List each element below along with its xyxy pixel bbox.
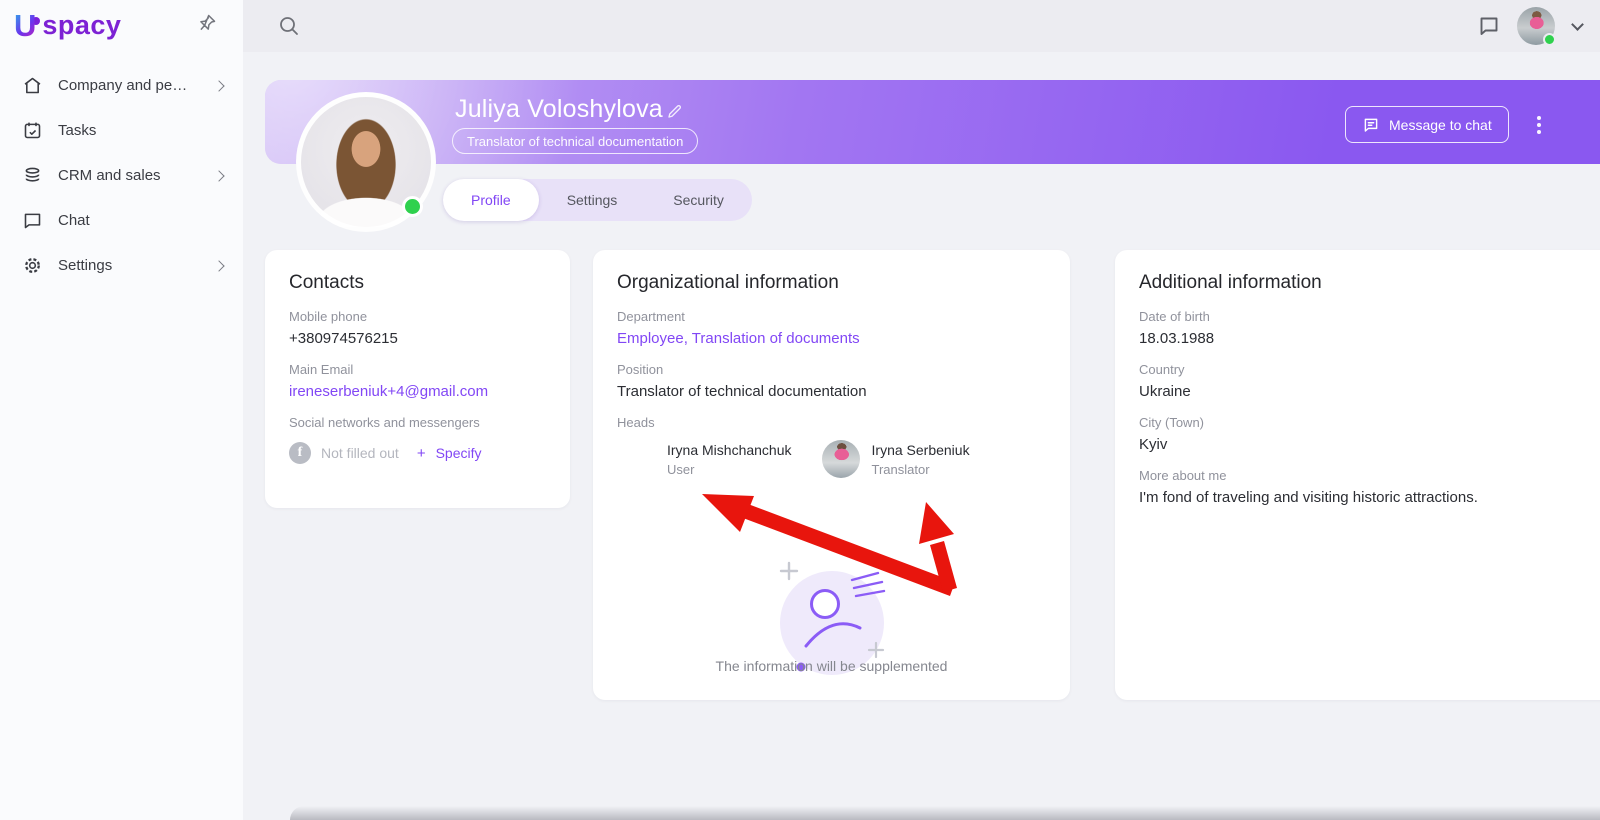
tasks-icon bbox=[22, 120, 43, 141]
about-label: More about me bbox=[1139, 468, 1600, 483]
chevron-right-icon bbox=[213, 170, 224, 181]
topbar-right bbox=[1477, 0, 1588, 52]
city-value: Kyiv bbox=[1139, 436, 1600, 453]
search-icon[interactable] bbox=[277, 14, 301, 38]
chevron-right-icon bbox=[213, 80, 224, 91]
phone-label: Mobile phone bbox=[289, 309, 546, 324]
online-status-dot bbox=[1543, 33, 1556, 46]
message-to-chat-button[interactable]: Message to chat bbox=[1345, 106, 1509, 143]
home-icon bbox=[22, 75, 43, 96]
social-label: Social networks and messengers bbox=[289, 415, 546, 430]
dob-label: Date of birth bbox=[1139, 309, 1600, 324]
department-link[interactable]: Translation of documents bbox=[692, 330, 860, 347]
crm-icon bbox=[22, 165, 43, 186]
head-person[interactable]: Iryna Serbeniuk Translator bbox=[822, 440, 970, 478]
chat-bubble-icon[interactable] bbox=[1477, 14, 1501, 38]
avatar bbox=[617, 440, 655, 478]
department-label: Department bbox=[617, 309, 1046, 324]
profile-name: Juliya Voloshylova bbox=[455, 95, 663, 124]
head-name: Iryna Serbeniuk bbox=[872, 442, 970, 458]
chevron-down-icon[interactable] bbox=[1571, 18, 1584, 31]
social-empty-text: Not filled out bbox=[321, 445, 399, 461]
sidebar-item-label: CRM and sales bbox=[58, 167, 215, 184]
edit-name-icon[interactable] bbox=[666, 102, 684, 120]
specify-plus-icon[interactable]: + bbox=[417, 445, 426, 462]
more-options-kebab-icon[interactable] bbox=[1530, 112, 1548, 138]
department-separator: , bbox=[684, 330, 688, 347]
sidebar-item-label: Tasks bbox=[58, 122, 223, 139]
head-role: Translator bbox=[872, 462, 970, 477]
department-link[interactable]: Employee bbox=[617, 330, 684, 347]
contacts-card: Contacts Mobile phone +380974576215 Main… bbox=[265, 250, 570, 508]
chat-lines-icon bbox=[1362, 116, 1380, 134]
user-avatar[interactable] bbox=[1517, 7, 1555, 45]
sidebar-item-settings[interactable]: Settings bbox=[0, 243, 243, 288]
city-label: City (Town) bbox=[1139, 415, 1600, 430]
organizational-card: Organizational information Department Em… bbox=[593, 250, 1070, 700]
sidebar-item-label: Chat bbox=[58, 212, 223, 229]
about-value: I'm fond of traveling and visiting histo… bbox=[1139, 489, 1600, 506]
dob-value: 18.03.1988 bbox=[1139, 330, 1600, 347]
heads-label: Heads bbox=[617, 415, 1046, 430]
uspacy-logo[interactable]: U spacy bbox=[14, 10, 121, 41]
head-role: User bbox=[667, 462, 792, 477]
card-title: Additional information bbox=[1139, 272, 1600, 294]
tab-settings[interactable]: Settings bbox=[539, 179, 646, 221]
card-title: Contacts bbox=[289, 272, 546, 294]
position-value: Translator of technical documentation bbox=[617, 383, 1046, 400]
position-label: Position bbox=[617, 362, 1046, 377]
sidebar-item-chat[interactable]: Chat bbox=[0, 198, 243, 243]
head-person[interactable]: Iryna Mishchanchuk User bbox=[617, 440, 792, 478]
sidebar-nav: Company and pe… Tasks CRM and sales Chat bbox=[0, 63, 243, 288]
pin-sidebar-icon[interactable] bbox=[197, 13, 217, 38]
card-title: Organizational information bbox=[617, 272, 1046, 294]
head-name: Iryna Mishchanchuk bbox=[667, 442, 792, 458]
sidebar-item-company[interactable]: Company and pe… bbox=[0, 63, 243, 108]
tab-security[interactable]: Security bbox=[645, 179, 752, 221]
country-value: Ukraine bbox=[1139, 383, 1600, 400]
sidebar-item-crm[interactable]: CRM and sales bbox=[0, 153, 243, 198]
settings-gear-icon bbox=[22, 255, 43, 276]
avatar bbox=[822, 440, 860, 478]
bottom-shadow bbox=[290, 806, 1600, 820]
phone-value: +380974576215 bbox=[289, 330, 546, 347]
sidebar: U spacy Company and pe… Tasks CRM and sa… bbox=[0, 0, 243, 820]
logo-u-glyph: U bbox=[14, 10, 36, 41]
profile-avatar[interactable] bbox=[296, 92, 436, 232]
empty-info-note: The information will be supplemented bbox=[593, 658, 1070, 674]
sidebar-item-label: Settings bbox=[58, 257, 215, 274]
tab-profile[interactable]: Profile bbox=[443, 179, 539, 221]
sidebar-item-label: Company and pe… bbox=[58, 77, 215, 94]
email-link[interactable]: ireneserbeniuk+4@gmail.com bbox=[289, 383, 546, 400]
profile-tabs: Profile Settings Security bbox=[443, 179, 752, 221]
topbar bbox=[243, 0, 1600, 52]
country-label: Country bbox=[1139, 362, 1600, 377]
sidebar-item-tasks[interactable]: Tasks bbox=[0, 108, 243, 153]
email-label: Main Email bbox=[289, 362, 546, 377]
logo-text: spacy bbox=[42, 10, 121, 41]
facebook-icon: f bbox=[289, 442, 311, 464]
position-badge: Translator of technical documentation bbox=[452, 128, 698, 154]
online-status-dot bbox=[402, 196, 423, 217]
additional-card: Additional information Date of birth 18.… bbox=[1115, 250, 1600, 700]
chevron-right-icon bbox=[213, 260, 224, 271]
specify-link[interactable]: Specify bbox=[436, 445, 482, 461]
chat-icon bbox=[22, 210, 43, 231]
